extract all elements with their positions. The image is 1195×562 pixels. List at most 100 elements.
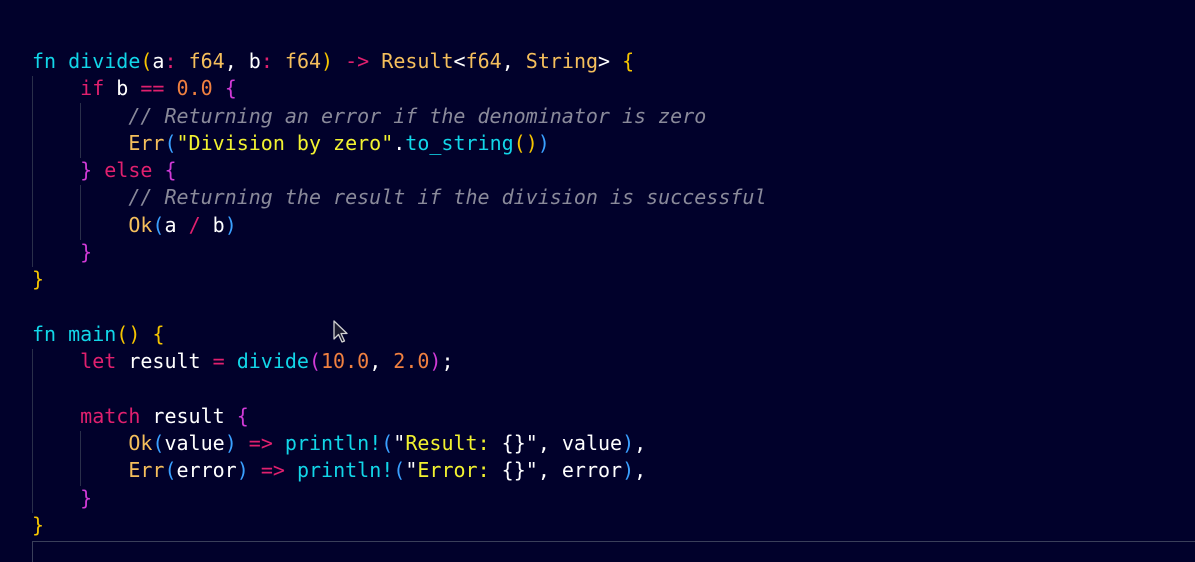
code-token: (: [393, 458, 406, 483]
code-token: ): [236, 458, 261, 483]
code-token: ,: [634, 458, 647, 483]
code-area[interactable]: fn divide(a: f64, b: f64) -> Result<f64,…: [32, 48, 767, 539]
code-token: {}: [501, 431, 526, 456]
code-token: <: [453, 49, 466, 73]
code-token: String: [525, 49, 599, 73]
code-line[interactable]: // Returning the result if the division …: [32, 184, 767, 211]
code-token: 0.0: [176, 76, 213, 101]
code-line[interactable]: Err("Division by zero".to_string()): [32, 130, 767, 157]
code-token: error: [176, 458, 237, 483]
editor-divider: [32, 541, 1195, 542]
code-line[interactable]: // Returning an error if the denominator…: [32, 103, 767, 130]
code-token: f64: [465, 49, 502, 73]
code-token: (): [116, 321, 141, 346]
code-token: , error: [537, 458, 623, 483]
code-token: ): [622, 458, 635, 483]
code-line[interactable]: }: [32, 485, 767, 512]
indent-guide: [32, 541, 33, 562]
code-comment: // Returning the result if the division …: [128, 185, 767, 210]
code-line[interactable]: Err(error) => println!("Error: {}", erro…: [32, 457, 767, 484]
code-token: Result: [381, 49, 454, 73]
code-token: {: [164, 158, 177, 183]
code-token: }: [32, 513, 45, 538]
code-token: =: [212, 349, 225, 374]
code-token: =>: [260, 458, 285, 483]
code-token: ): [224, 431, 249, 456]
code-token: {: [224, 76, 237, 101]
code-token: divide: [68, 49, 141, 73]
code-line[interactable]: let result = divide(10.0, 2.0);: [32, 348, 767, 375]
code-token: (): [513, 130, 538, 155]
code-token: Ok: [128, 431, 153, 456]
code-token: ;: [441, 349, 454, 374]
code-line[interactable]: }: [32, 266, 767, 293]
code-token: ": [525, 431, 538, 456]
code-token: .: [393, 130, 406, 155]
code-token: (: [152, 431, 165, 456]
code-line[interactable]: Ok(a / b): [32, 212, 767, 239]
code-line[interactable]: [32, 376, 767, 403]
code-token: result: [140, 403, 237, 428]
code-token: main: [68, 321, 117, 346]
code-token: ": [405, 458, 418, 483]
code-token: :: [164, 49, 189, 73]
code-token: Err: [128, 458, 165, 483]
code-token: if: [80, 76, 105, 101]
code-token: ,: [634, 431, 647, 456]
code-token: }: [80, 240, 93, 265]
code-line[interactable]: fn divide(a: f64, b: f64) -> Result<f64,…: [32, 48, 767, 75]
code-token: (: [164, 458, 177, 483]
code-line[interactable]: }: [32, 239, 767, 266]
code-token: {: [152, 321, 165, 346]
code-token: a: [152, 49, 165, 73]
code-token: println!: [296, 458, 394, 483]
code-line[interactable]: } else {: [32, 157, 767, 184]
code-token: (: [140, 49, 153, 73]
code-token: b: [248, 49, 261, 73]
code-line[interactable]: fn main() {: [32, 321, 767, 348]
code-token: b: [104, 76, 141, 101]
code-line[interactable]: if b == 0.0 {: [32, 75, 767, 102]
code-token: ): [429, 349, 442, 374]
code-line[interactable]: }: [32, 512, 767, 539]
code-token: to_string: [405, 130, 514, 155]
code-line[interactable]: match result {: [32, 403, 767, 430]
code-editor[interactable]: fn divide(a: f64, b: f64) -> Result<f64,…: [0, 0, 1195, 562]
code-token: (: [308, 349, 322, 374]
code-line[interactable]: [32, 294, 767, 321]
code-token: fn: [32, 321, 69, 346]
code-token: ): [224, 212, 237, 237]
code-token: (: [164, 130, 177, 155]
code-token: }: [80, 158, 93, 183]
code-token: (: [152, 212, 165, 237]
code-token: Err: [128, 130, 165, 155]
code-token: {}: [501, 458, 526, 483]
code-token: a: [164, 212, 189, 237]
code-token: ->: [345, 49, 370, 73]
code-line[interactable]: Ok(value) => println!("Result: {}", valu…: [32, 430, 767, 457]
code-token: ,: [501, 49, 526, 73]
code-token: f64: [284, 49, 322, 73]
code-token: }: [32, 267, 45, 292]
code-token: ): [622, 431, 635, 456]
code-comment: // Returning an error if the denominator…: [128, 103, 707, 128]
code-token: (: [381, 431, 394, 456]
code-token: ": [525, 458, 538, 483]
code-token: 10.0: [321, 349, 370, 374]
code-token: match: [80, 403, 141, 428]
